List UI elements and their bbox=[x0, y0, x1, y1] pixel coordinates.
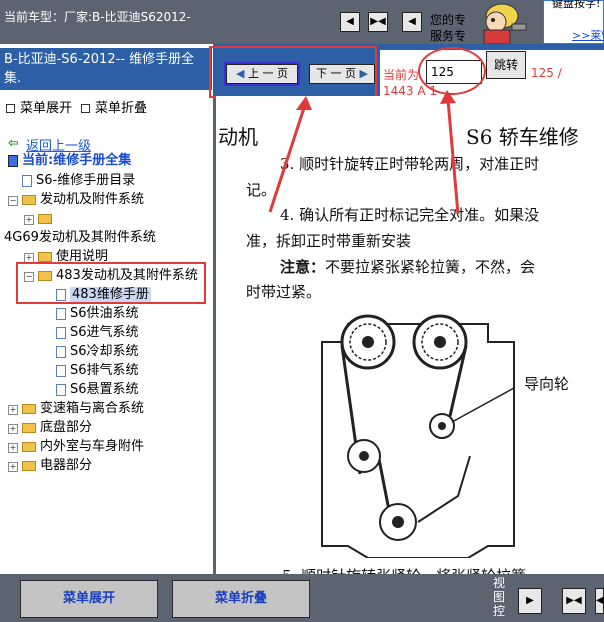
current-node-label: 当前:维修手册全集 bbox=[22, 153, 132, 168]
folder-open-icon bbox=[22, 194, 36, 205]
sidebar-title: B-比亚迪-S6-2012-- 维修手册全集. bbox=[0, 48, 212, 90]
tree-item-label: S6-维修手册目录 bbox=[36, 173, 136, 188]
tree-item[interactable]: + 底盘部分 bbox=[8, 420, 92, 436]
tree-item[interactable]: + 变速箱与离合系统 bbox=[8, 401, 144, 417]
folder-icon bbox=[22, 403, 36, 414]
split-arrows-icon: ▶◀ bbox=[370, 16, 386, 27]
note-text-cont: 时带过紧。 bbox=[246, 283, 322, 301]
tree-item-label: 内外室与车身附件 bbox=[40, 439, 145, 454]
tree-item[interactable]: S6悬置系统 bbox=[56, 382, 139, 398]
back-link-label: 返回上一级 bbox=[26, 139, 92, 154]
step-3-text-cont: 记。 bbox=[246, 181, 277, 199]
jump-button[interactable]: 跳转 bbox=[486, 51, 526, 79]
folder-icon bbox=[22, 422, 36, 433]
tree-item[interactable]: S6排气系统 bbox=[56, 363, 139, 379]
nav-next-button[interactable]: ◀ bbox=[402, 12, 422, 32]
current-page-label: 当前为 bbox=[383, 68, 420, 82]
tree-item[interactable]: − 发动机及附件系统 bbox=[8, 192, 144, 208]
step-4-text-cont: 准，拆卸正时带重新安装 bbox=[246, 232, 412, 250]
square-bullet-icon bbox=[6, 104, 15, 113]
highlight-box bbox=[209, 46, 377, 98]
step-4-text: 4. 确认所有正时标记完全对准。如果没 bbox=[280, 206, 540, 224]
car-model-label: 当前车型：厂家:B-比亚迪S62012- bbox=[4, 10, 191, 24]
step-3-text: 3. 顺时针旋转正时带轮两周，对准正时 bbox=[280, 155, 540, 173]
bottom-nav-next-button[interactable]: ▶ bbox=[518, 588, 542, 614]
back-arrow-icon: ⇦ bbox=[8, 136, 19, 151]
page-icon bbox=[56, 383, 66, 396]
sidebar-expand-link[interactable]: 菜单展开 bbox=[6, 97, 72, 116]
note-text: 注意：不要拉紧张紧轮拉簧，不然，会 bbox=[280, 256, 535, 277]
sidebar-collapse-label: 菜单折叠 bbox=[95, 101, 148, 116]
arrow-right-icon: ▶ bbox=[526, 595, 534, 606]
page-heading-right: S6 轿车维修 bbox=[466, 125, 579, 149]
tree-item[interactable]: S6-维修手册目录 bbox=[22, 173, 135, 189]
sidebar-collapse-link[interactable]: 菜单折叠 bbox=[81, 97, 147, 116]
tree-item[interactable]: S6冷却系统 bbox=[56, 344, 139, 360]
guide-wheel-label: 导向轮 bbox=[524, 375, 570, 393]
tree-item[interactable]: + 内外室与车身附件 bbox=[8, 439, 144, 455]
tree-item-label: S6供油系统 bbox=[70, 306, 139, 321]
menu-collapse-button[interactable]: 菜单折叠 bbox=[172, 580, 310, 618]
tree-item-label: 底盘部分 bbox=[40, 420, 93, 435]
tree-item-label: 变速箱与离合系统 bbox=[40, 401, 145, 416]
arrow-right-icon: ◀ bbox=[408, 16, 416, 27]
service-text: 您的专服务专 bbox=[430, 13, 467, 43]
arrow-left-icon: ◀ bbox=[346, 16, 354, 27]
folder-icon bbox=[22, 460, 36, 471]
bottom-nav-split-button[interactable]: ▶◀ bbox=[562, 588, 586, 614]
menu-expand-button[interactable]: 菜单展开 bbox=[20, 580, 158, 618]
tree-item-label: 4G69发动机及其附件系统 bbox=[4, 230, 156, 245]
current-node[interactable]: 当前:维修手册全集 bbox=[8, 153, 131, 169]
expand-box-icon: + bbox=[8, 443, 18, 453]
nav-split-button[interactable]: ▶◀ bbox=[368, 12, 388, 32]
nav-prev-button[interactable]: ◀ bbox=[340, 12, 360, 32]
page-icon bbox=[22, 174, 32, 187]
tree-item-label: S6冷却系统 bbox=[70, 344, 139, 359]
sidebar-expand-label: 菜单展开 bbox=[20, 101, 73, 116]
back-link[interactable]: 返回上一级 bbox=[26, 135, 91, 154]
tree-item[interactable]: + 电器部分 bbox=[8, 458, 92, 474]
page-icon bbox=[56, 364, 66, 377]
page-icon bbox=[56, 345, 66, 358]
collapse-box-icon: − bbox=[8, 196, 18, 206]
highlight-ellipse bbox=[418, 47, 486, 95]
square-bullet-icon bbox=[81, 104, 90, 113]
page-icon bbox=[56, 307, 66, 320]
manual-book-icon bbox=[8, 154, 18, 167]
tree-item[interactable]: S6供油系统 bbox=[56, 306, 139, 322]
expand-box-icon: + bbox=[24, 215, 34, 225]
note-label: 注意： bbox=[280, 258, 326, 276]
tip-text: 键盘按字! bbox=[552, 0, 601, 10]
view-control-label: 视图控 bbox=[493, 576, 506, 618]
tree-item-label: S6排气系统 bbox=[70, 363, 139, 378]
expand-box-icon: + bbox=[8, 462, 18, 472]
bottom-nav-prev-button[interactable]: ◀ bbox=[595, 588, 604, 614]
timing-belt-diagram bbox=[318, 306, 518, 561]
tree-item[interactable]: 4G69发动机及其附件系统 bbox=[4, 230, 156, 246]
page-icon bbox=[56, 326, 66, 339]
arrow-left-icon: ◀ bbox=[596, 595, 604, 606]
tip-link[interactable]: >>莱\ bbox=[572, 27, 604, 43]
page-heading-left: 动机 bbox=[218, 125, 258, 149]
tree-item-label: 电器部分 bbox=[40, 458, 93, 473]
note-body: 不要拉紧张紧轮拉簧，不然，会 bbox=[325, 258, 536, 276]
folder-icon bbox=[22, 441, 36, 452]
folder-icon bbox=[38, 213, 52, 224]
highlight-box bbox=[16, 262, 206, 304]
folder-icon bbox=[38, 251, 52, 262]
tree-item[interactable]: S6进气系统 bbox=[56, 325, 139, 341]
mascot-icon bbox=[472, 0, 540, 45]
tree-item-label: S6悬置系统 bbox=[70, 382, 139, 397]
split-arrows-icon: ▶◀ bbox=[566, 595, 582, 606]
expand-box-icon: + bbox=[8, 424, 18, 434]
expand-box-icon: + bbox=[8, 405, 18, 415]
page-total: 125 / bbox=[531, 66, 562, 80]
tree-item-label: S6进气系统 bbox=[70, 325, 139, 340]
tree-item-label: 发动机及附件系统 bbox=[40, 192, 145, 207]
tree-item[interactable]: + bbox=[24, 211, 56, 227]
